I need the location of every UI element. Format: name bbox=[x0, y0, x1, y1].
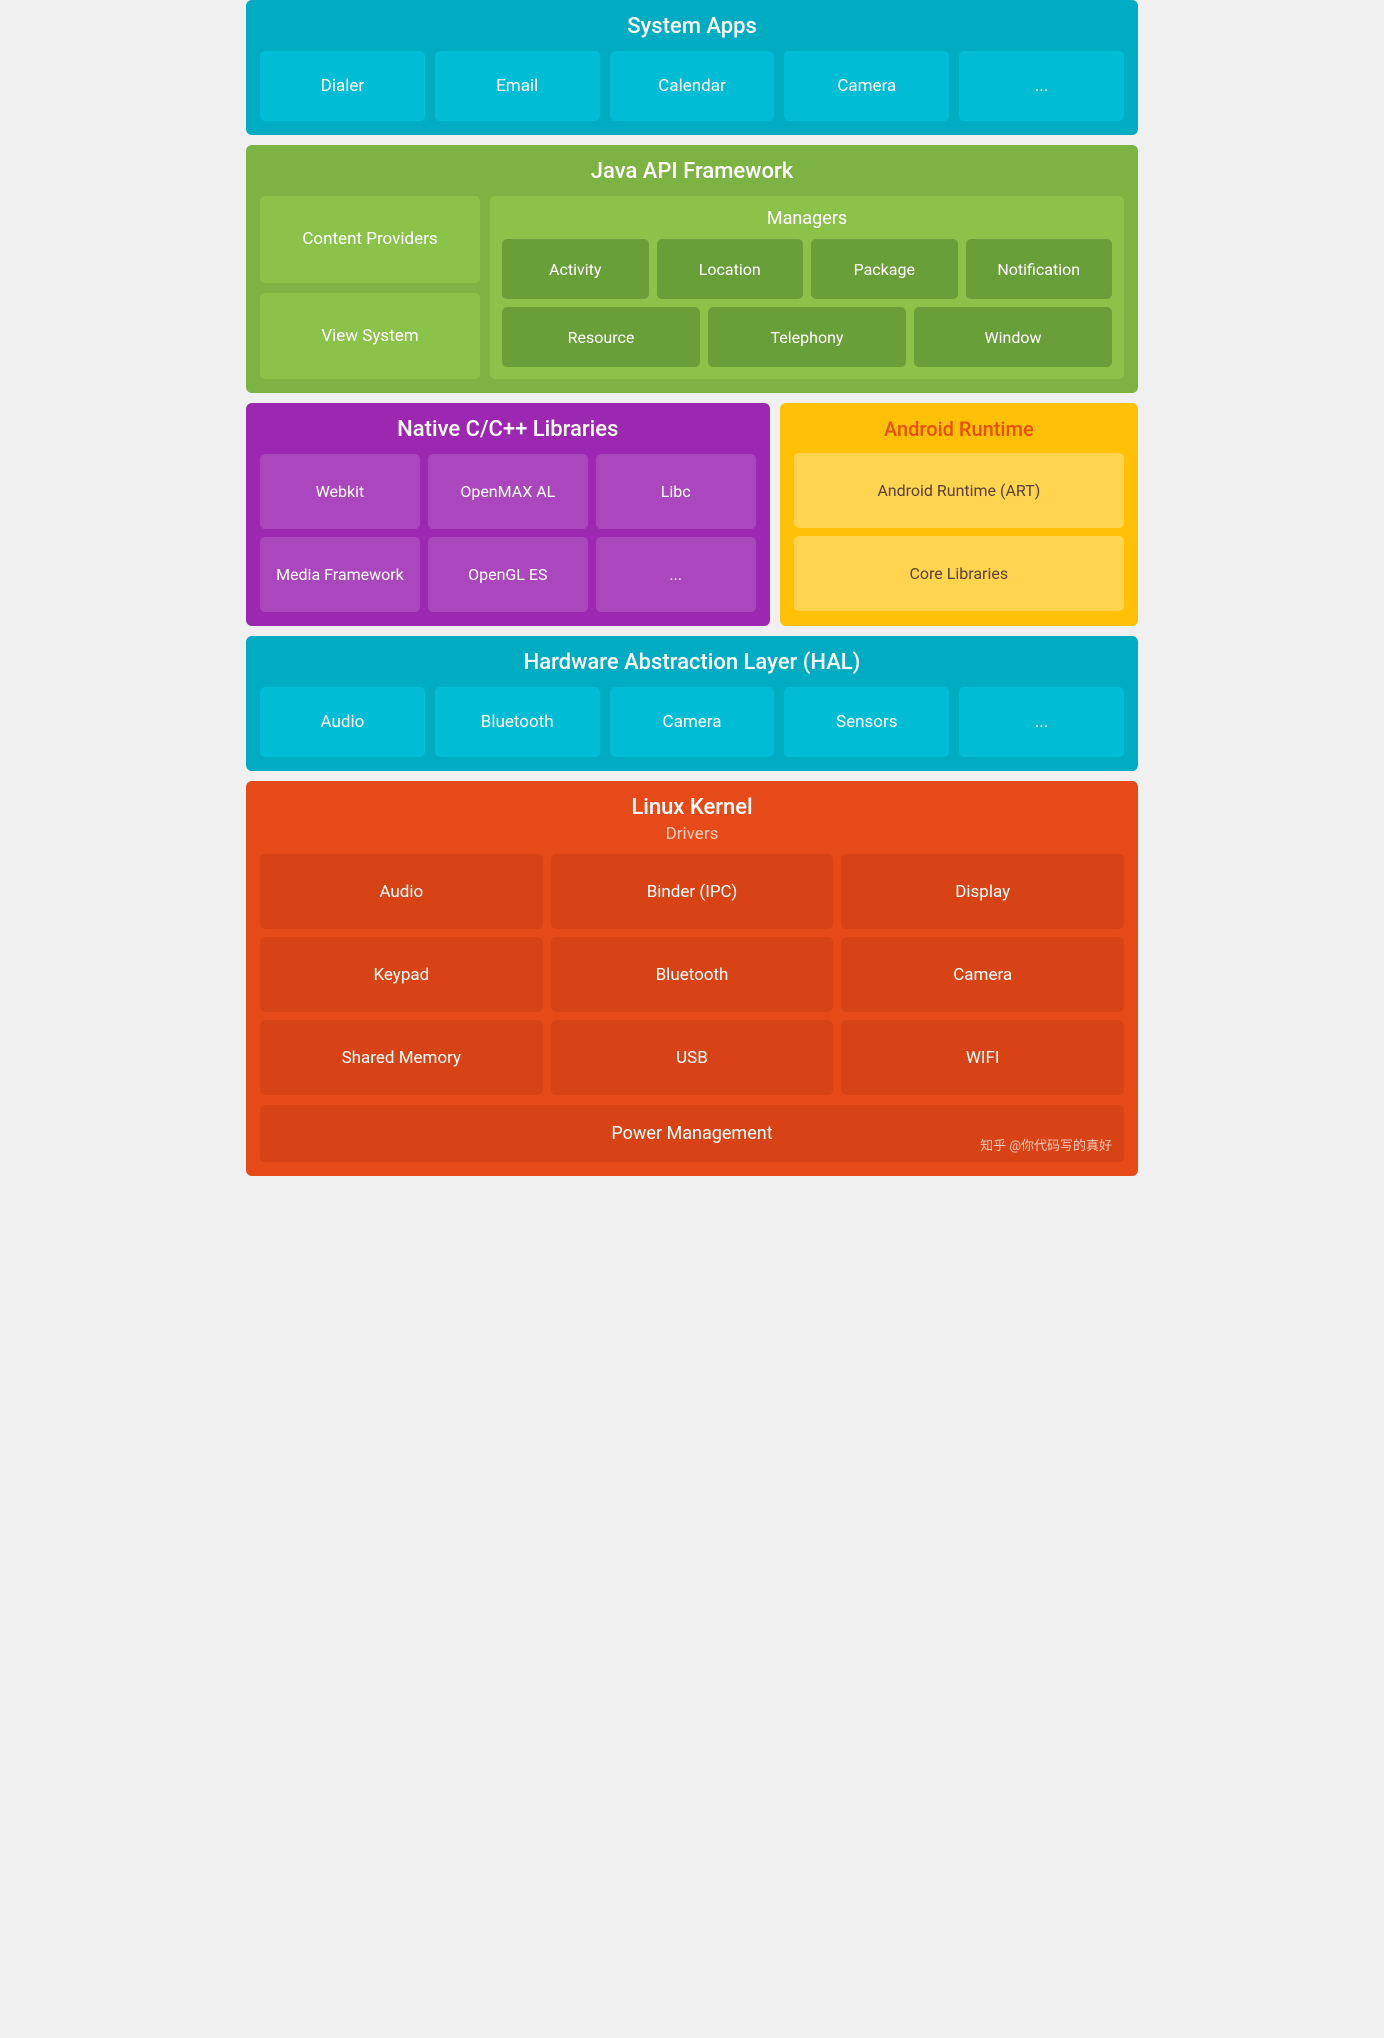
native-libs-layer: Native C/C++ Libraries Webkit OpenMAX AL… bbox=[246, 403, 770, 626]
android-runtime-cells: Android Runtime (ART) Core Libraries bbox=[794, 453, 1124, 611]
package-cell: Package bbox=[811, 239, 958, 299]
java-api-left: Content Providers View System bbox=[260, 196, 480, 379]
display-cell: Display bbox=[841, 854, 1124, 929]
webkit-cell: Webkit bbox=[260, 454, 420, 529]
notification-cell: Notification bbox=[966, 239, 1113, 299]
drivers-row3: Shared Memory USB WIFI bbox=[260, 1020, 1124, 1095]
resource-cell: Resource bbox=[502, 307, 700, 367]
watermark: 知乎 @你代码写的真好 bbox=[980, 1135, 1112, 1154]
art-cell: Android Runtime (ART) bbox=[794, 453, 1124, 528]
hal-title: Hardware Abstraction Layer (HAL) bbox=[260, 650, 1124, 675]
java-api-layer: Java API Framework Content Providers Vie… bbox=[246, 145, 1138, 393]
drivers-grid: Audio Binder (IPC) Display Keypad Blueto… bbox=[260, 854, 1124, 1095]
power-management-label: Power Management bbox=[611, 1123, 772, 1144]
shared-memory-cell: Shared Memory bbox=[260, 1020, 543, 1095]
hal-more-cell: ... bbox=[959, 687, 1124, 757]
wifi-cell: WIFI bbox=[841, 1020, 1124, 1095]
hal-sensors-cell: Sensors bbox=[784, 687, 949, 757]
libc-cell: Libc bbox=[596, 454, 756, 529]
telephony-cell: Telephony bbox=[708, 307, 906, 367]
kernel-audio-cell: Audio bbox=[260, 854, 543, 929]
activity-cell: Activity bbox=[502, 239, 649, 299]
android-runtime-layer: Android Runtime Android Runtime (ART) Co… bbox=[780, 403, 1138, 626]
native-libs-title: Native C/C++ Libraries bbox=[260, 417, 756, 442]
java-api-title: Java API Framework bbox=[260, 159, 1124, 184]
managers-grid: Activity Location Package Notification R… bbox=[502, 239, 1112, 367]
kernel-camera-cell: Camera bbox=[841, 937, 1124, 1012]
managers-title: Managers bbox=[502, 208, 1112, 229]
system-apps-title: System Apps bbox=[260, 14, 1124, 39]
java-api-inner: Content Providers View System Managers A… bbox=[260, 196, 1124, 379]
openmax-cell: OpenMAX AL bbox=[428, 454, 588, 529]
android-runtime-title: Android Runtime bbox=[794, 417, 1124, 441]
linux-kernel-title: Linux Kernel bbox=[260, 795, 1124, 820]
java-api-right: Managers Activity Location Package Notif… bbox=[490, 196, 1124, 379]
drivers-row1: Audio Binder (IPC) Display bbox=[260, 854, 1124, 929]
email-cell: Email bbox=[435, 51, 600, 121]
drivers-row2: Keypad Bluetooth Camera bbox=[260, 937, 1124, 1012]
system-apps-cells: Dialer Email Calendar Camera ... bbox=[260, 51, 1124, 121]
view-system-cell: View System bbox=[260, 293, 480, 380]
system-apps-layer: System Apps Dialer Email Calendar Camera… bbox=[246, 0, 1138, 135]
native-more-cell: ... bbox=[596, 537, 756, 612]
hal-audio-cell: Audio bbox=[260, 687, 425, 757]
calendar-cell: Calendar bbox=[610, 51, 775, 121]
binder-cell: Binder (IPC) bbox=[551, 854, 834, 929]
native-libs-row2: Media Framework OpenGL ES ... bbox=[260, 537, 756, 612]
keypad-cell: Keypad bbox=[260, 937, 543, 1012]
managers-row2: Resource Telephony Window bbox=[502, 307, 1112, 367]
native-runtime-row: Native C/C++ Libraries Webkit OpenMAX AL… bbox=[246, 403, 1138, 626]
power-management: Power Management 知乎 @你代码写的真好 bbox=[260, 1105, 1124, 1162]
opengl-cell: OpenGL ES bbox=[428, 537, 588, 612]
managers-row1: Activity Location Package Notification bbox=[502, 239, 1112, 299]
media-framework-cell: Media Framework bbox=[260, 537, 420, 612]
camera-cell: Camera bbox=[784, 51, 949, 121]
dialer-cell: Dialer bbox=[260, 51, 425, 121]
native-libs-grid: Webkit OpenMAX AL Libc Media Framework O… bbox=[260, 454, 756, 612]
hal-cells: Audio Bluetooth Camera Sensors ... bbox=[260, 687, 1124, 757]
content-providers-cell: Content Providers bbox=[260, 196, 480, 283]
hal-layer: Hardware Abstraction Layer (HAL) Audio B… bbox=[246, 636, 1138, 771]
native-libs-row1: Webkit OpenMAX AL Libc bbox=[260, 454, 756, 529]
location-cell: Location bbox=[657, 239, 804, 299]
kernel-bluetooth-cell: Bluetooth bbox=[551, 937, 834, 1012]
hal-bluetooth-cell: Bluetooth bbox=[435, 687, 600, 757]
drivers-title: Drivers bbox=[260, 824, 1124, 844]
window-cell: Window bbox=[914, 307, 1112, 367]
linux-kernel-layer: Linux Kernel Drivers Audio Binder (IPC) … bbox=[246, 781, 1138, 1176]
more-cell: ... bbox=[959, 51, 1124, 121]
core-libraries-cell: Core Libraries bbox=[794, 536, 1124, 611]
hal-camera-cell: Camera bbox=[610, 687, 775, 757]
usb-cell: USB bbox=[551, 1020, 834, 1095]
